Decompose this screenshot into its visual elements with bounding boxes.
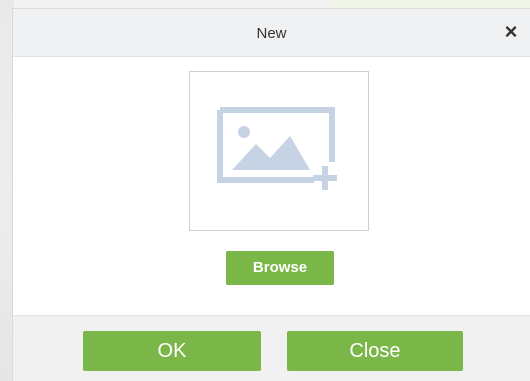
browse-button[interactable]: Browse xyxy=(226,251,334,285)
dialog-footer: OK Close xyxy=(13,315,530,381)
dialog-titlebar: New × xyxy=(13,9,530,57)
dialog-title: New xyxy=(256,25,287,42)
ok-button[interactable]: OK xyxy=(83,331,261,371)
close-button[interactable]: Close xyxy=(287,331,463,371)
new-dialog: New × Browse OK Close xyxy=(12,8,530,381)
close-icon[interactable]: × xyxy=(500,19,522,45)
image-add-icon xyxy=(217,107,337,190)
image-upload-area[interactable] xyxy=(189,71,369,231)
